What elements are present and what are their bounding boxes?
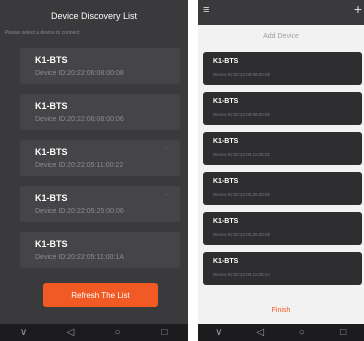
device-card[interactable]: K1-BTS Device ID:20:22:06:08:00:06 [20, 94, 180, 130]
top-app-bar: ≡ + [198, 0, 364, 25]
device-card[interactable]: K1-BTS Device ID:20:22:05:25:00:08 [203, 212, 362, 245]
chevron-down-icon[interactable]: ∨ [18, 327, 30, 339]
device-card[interactable]: K1-BTS ··· Device ID:20:22:05:11:00:22 [20, 140, 180, 176]
device-id: Device ID:20:22:05:11:00:1A [35, 254, 124, 261]
device-id: Device ID:20:22:05:25:00:08 [213, 232, 271, 237]
instruction-text: Please select a device to connect [5, 30, 80, 36]
chevron-down-icon[interactable]: ∨ [213, 327, 225, 339]
finish-button[interactable]: Finish [198, 307, 364, 314]
device-id: Device ID:20:22:05:25:00:06 [213, 192, 271, 197]
device-name: K1-BTS [213, 138, 239, 145]
device-card[interactable]: K1-BTS Device ID:20:22:06:08:00:08 [203, 52, 362, 85]
device-name: K1-BTS [213, 258, 239, 265]
add-device-screen: ≡ + Add Device K1-BTS Device ID:20:22:06… [198, 0, 364, 341]
back-icon[interactable]: ◁ [65, 327, 77, 339]
device-name: K1-BTS [213, 58, 239, 65]
home-icon[interactable]: ○ [112, 327, 124, 339]
device-card[interactable]: K1-BTS ··· Device ID:20:22:05:25:00:06 [20, 186, 180, 222]
refresh-list-button[interactable]: Refresh The List [43, 283, 158, 307]
signal-dots-icon: ··· [165, 192, 170, 198]
device-list: K1-BTS Device ID:20:22:06:08:00:08 K1-BT… [203, 52, 362, 292]
page-title: Add Device [263, 33, 299, 40]
device-name: K1-BTS [213, 178, 239, 185]
device-card[interactable]: K1-BTS Device ID:20:22:05:11:00:1A [20, 232, 180, 268]
page-title: Device Discovery List [50, 11, 138, 21]
device-name: K1-BTS [35, 239, 68, 249]
device-name: K1-BTS [213, 98, 239, 105]
device-name: K1-BTS [35, 193, 68, 203]
device-id: Device ID:20:22:05:11:00:1A [213, 272, 271, 277]
device-id: Device ID:20:22:06:08:00:08 [35, 70, 124, 77]
device-name: K1-BTS [35, 101, 68, 111]
device-discovery-screen: Device Discovery List Please select a de… [0, 0, 188, 341]
device-list: K1-BTS Device ID:20:22:06:08:00:08 K1-BT… [20, 48, 180, 278]
device-card[interactable]: K1-BTS Device ID:20:22:05:11:00:22 [203, 132, 362, 165]
device-id: Device ID:20:22:06:08:00:06 [35, 116, 124, 123]
device-id: Device ID:20:22:06:08:00:06 [213, 112, 271, 117]
system-navigation-bar: ∨ ◁ ○ □ [198, 324, 364, 341]
add-icon[interactable]: + [354, 2, 362, 16]
recent-apps-icon[interactable]: □ [337, 327, 349, 339]
device-id: Device ID:20:22:05:25:00:06 [35, 208, 124, 215]
device-card[interactable]: K1-BTS Device ID:20:22:06:08:00:08 [20, 48, 180, 84]
device-id: Device ID:20:22:05:11:00:22 [35, 162, 124, 169]
device-id: Device ID:20:22:05:11:00:22 [213, 152, 270, 157]
device-card[interactable]: K1-BTS Device ID:20:22:06:08:00:06 [203, 92, 362, 125]
device-card[interactable]: K1-BTS Device ID:20:22:05:25:00:06 [203, 172, 362, 205]
recent-apps-icon[interactable]: □ [159, 327, 171, 339]
device-name: K1-BTS [35, 55, 68, 65]
device-id: Device ID:20:22:06:08:00:08 [213, 72, 271, 77]
back-icon[interactable]: ◁ [254, 327, 266, 339]
system-navigation-bar: ∨ ◁ ○ □ [0, 324, 188, 341]
device-card[interactable]: K1-BTS Device ID:20:22:05:11:00:1A [203, 252, 362, 285]
menu-icon[interactable]: ≡ [203, 5, 209, 16]
signal-dots-icon: ··· [165, 146, 170, 152]
device-name: K1-BTS [213, 218, 239, 225]
device-name: K1-BTS [35, 147, 68, 157]
home-icon[interactable]: ○ [296, 327, 308, 339]
